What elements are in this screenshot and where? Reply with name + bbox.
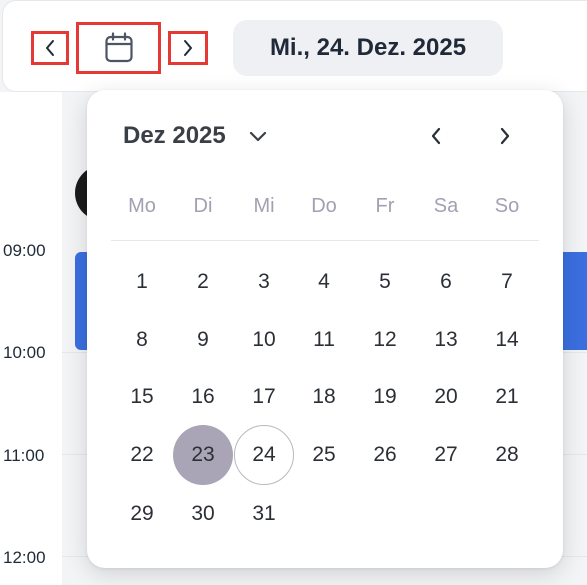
day-cell[interactable]: 3 bbox=[234, 252, 294, 312]
prev-day-button[interactable] bbox=[31, 31, 69, 65]
day-cell[interactable]: 30 bbox=[173, 484, 233, 544]
day-cell[interactable]: 29 bbox=[112, 484, 172, 544]
day-cell[interactable]: 12 bbox=[355, 310, 415, 370]
day-cell[interactable]: 27 bbox=[416, 425, 476, 485]
month-label: Dez 2025 bbox=[123, 122, 226, 149]
weekday-label: Mi bbox=[253, 195, 275, 217]
day-cell[interactable]: 4 bbox=[294, 252, 354, 312]
chevron-left-icon bbox=[46, 40, 54, 56]
day-cell[interactable]: 14 bbox=[477, 310, 537, 370]
day-cell[interactable]: 13 bbox=[416, 310, 476, 370]
day-cell[interactable]: 26 bbox=[355, 425, 415, 485]
day-cell[interactable]: 20 bbox=[416, 367, 476, 427]
weekday-label: So bbox=[494, 195, 520, 217]
day-cell[interactable]: 16 bbox=[173, 367, 233, 427]
day-cell[interactable]: 22 bbox=[112, 425, 172, 485]
chevron-right-icon bbox=[500, 127, 510, 145]
calendar-icon bbox=[104, 32, 133, 63]
day-cell-selected[interactable]: 23 bbox=[173, 425, 233, 485]
day-cell[interactable]: 18 bbox=[294, 367, 354, 427]
day-cell[interactable]: 2 bbox=[173, 252, 233, 312]
time-label-1000: 10:00 bbox=[3, 343, 46, 362]
time-label-1200: 12:00 bbox=[3, 548, 46, 567]
prev-month-button[interactable] bbox=[416, 116, 456, 156]
date-picker-popover: Dez 2025 Mo Di Mi Do Fr Sa So 1234567891… bbox=[87, 90, 563, 568]
calendar-toggle-button[interactable] bbox=[76, 22, 161, 74]
day-cell[interactable]: 9 bbox=[173, 310, 233, 370]
current-date-button[interactable]: Mi., 24. Dez. 2025 bbox=[233, 20, 503, 76]
day-cell[interactable]: 28 bbox=[477, 425, 537, 485]
day-cell-today[interactable]: 24 bbox=[234, 425, 294, 485]
day-cell[interactable]: 17 bbox=[234, 367, 294, 427]
chevron-right-icon bbox=[184, 40, 192, 56]
header-divider bbox=[111, 240, 539, 241]
weekday-label: Sa bbox=[433, 195, 459, 217]
day-cell[interactable]: 7 bbox=[477, 252, 537, 312]
time-column bbox=[0, 92, 62, 585]
time-label-1100: 11:00 bbox=[3, 446, 45, 465]
weekday-label: Mo bbox=[128, 195, 156, 217]
day-cell[interactable]: 11 bbox=[294, 310, 354, 370]
day-cell[interactable]: 5 bbox=[355, 252, 415, 312]
day-cell[interactable]: 8 bbox=[112, 310, 172, 370]
weekday-label: Di bbox=[193, 195, 213, 217]
day-cell[interactable]: 15 bbox=[112, 367, 172, 427]
day-cell[interactable]: 25 bbox=[294, 425, 354, 485]
chevron-left-icon bbox=[431, 127, 441, 145]
weekday-label: Fr bbox=[375, 195, 395, 217]
month-select-button[interactable]: Dez 2025 bbox=[123, 116, 268, 156]
day-cell[interactable]: 10 bbox=[234, 310, 294, 370]
chevron-down-icon bbox=[249, 131, 266, 142]
day-cell[interactable]: 6 bbox=[416, 252, 476, 312]
weekday-header: Mo Di Mi Do Fr Sa So bbox=[112, 195, 539, 225]
time-label-0900: 09:00 bbox=[3, 241, 46, 260]
day-cell[interactable]: 31 bbox=[234, 484, 294, 544]
day-cell[interactable]: 21 bbox=[477, 367, 537, 427]
next-day-button[interactable] bbox=[168, 31, 208, 65]
next-month-button[interactable] bbox=[485, 116, 525, 156]
day-cell[interactable]: 19 bbox=[355, 367, 415, 427]
weekday-label: Do bbox=[311, 195, 337, 217]
date-toolbar: Mi., 24. Dez. 2025 bbox=[2, 0, 587, 92]
day-cell[interactable]: 1 bbox=[112, 252, 172, 312]
